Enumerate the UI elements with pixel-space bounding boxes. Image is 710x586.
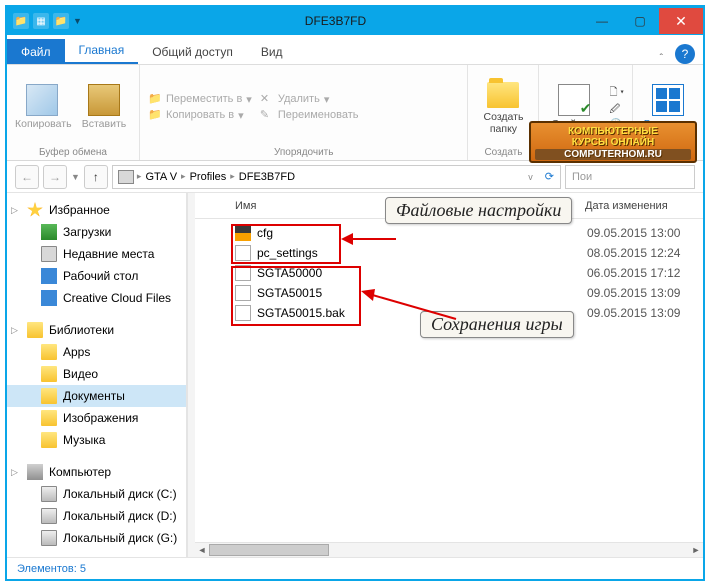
- nav-libraries[interactable]: ▷Библиотеки: [7, 319, 186, 341]
- status-count: Элементов: 5: [17, 563, 86, 575]
- forward-button: →: [43, 165, 67, 189]
- file-row[interactable]: SGTA50015 09.05.2015 13:09: [235, 283, 703, 303]
- minimize-button[interactable]: —: [583, 8, 621, 34]
- qat-newfolder-icon[interactable]: 📁: [53, 13, 69, 29]
- file-name: cfg: [257, 226, 367, 240]
- file-name: SGTA50015: [257, 286, 367, 300]
- file-icon: [235, 265, 251, 281]
- nav-pictures[interactable]: Изображения: [7, 407, 186, 429]
- nav-disk-g[interactable]: Локальный диск (G:): [7, 527, 186, 549]
- title-bar[interactable]: 📁 ▦ 📁 ▼ DFE3B7FD — ▢ ✕: [7, 7, 703, 35]
- scroll-left-icon[interactable]: ◄: [195, 543, 209, 557]
- file-icon: [235, 285, 251, 301]
- delete-button: ✕Удалить ▾: [260, 91, 359, 107]
- tab-home[interactable]: Главная: [65, 37, 139, 64]
- group-organize: Упорядочить: [148, 145, 459, 158]
- file-name: SGTA50000: [257, 266, 367, 280]
- file-date: 08.05.2015 12:24: [587, 246, 680, 260]
- address-bar-row: ← → ▼ ↑ ▸ GTA V▸ Profiles▸ DFE3B7FD v ⟳ …: [7, 161, 703, 193]
- file-date: 09.05.2015 13:09: [587, 286, 680, 300]
- status-bar: Элементов: 5: [7, 557, 703, 579]
- nav-music[interactable]: Музыка: [7, 429, 186, 451]
- up-button[interactable]: ↑: [84, 165, 108, 189]
- back-button[interactable]: ←: [15, 165, 39, 189]
- file-name: pc_settings: [257, 246, 367, 260]
- nav-downloads[interactable]: Загрузки: [7, 221, 186, 243]
- bc-seg-1[interactable]: Profiles: [186, 171, 231, 183]
- drive-icon: [118, 170, 134, 184]
- newfolder-button[interactable]: Создать папку: [476, 79, 530, 135]
- window-title: DFE3B7FD: [305, 14, 366, 28]
- file-date: 06.05.2015 17:12: [587, 266, 680, 280]
- edit-button[interactable]: 🖉: [609, 102, 624, 119]
- copyto-button: 📁Копировать в ▾: [148, 107, 252, 123]
- nav-documents[interactable]: Документы: [7, 385, 186, 407]
- maximize-button[interactable]: ▢: [621, 8, 659, 34]
- addr-dropdown-icon[interactable]: v: [522, 172, 539, 182]
- callout-saves: Сохранения игры: [420, 311, 574, 338]
- ribbon-tabs: Файл Главная Общий доступ Вид ˆ ?: [7, 35, 703, 65]
- file-icon: [235, 305, 251, 321]
- callout-settings: Файловые настройки: [385, 197, 572, 224]
- bc-seg-0[interactable]: GTA V: [141, 171, 181, 183]
- qat-props-icon[interactable]: ▦: [33, 13, 49, 29]
- paste-button[interactable]: Вставить: [77, 84, 131, 130]
- nav-ccf[interactable]: Creative Cloud Files: [7, 287, 186, 309]
- col-date[interactable]: Дата изменения: [585, 200, 668, 212]
- file-date: 09.05.2015 13:09: [587, 306, 680, 320]
- nav-disk-c[interactable]: Локальный диск (C:): [7, 483, 186, 505]
- refresh-icon[interactable]: ⟳: [539, 170, 560, 183]
- breadcrumb[interactable]: ▸ GTA V▸ Profiles▸ DFE3B7FD v ⟳: [112, 165, 561, 189]
- scroll-thumb[interactable]: [209, 544, 329, 556]
- watermark-logo: КОМПЬЮТЕРНЫЕ КУРСЫ ОНЛАЙН COMPUTERHOM.RU: [529, 121, 697, 163]
- collapse-ribbon-icon[interactable]: ˆ: [660, 53, 663, 64]
- nav-computer[interactable]: ▷Компьютер: [7, 461, 186, 483]
- bc-seg-2[interactable]: DFE3B7FD: [235, 171, 299, 183]
- nav-favorites[interactable]: ▷Избранное: [7, 199, 186, 221]
- file-name: SGTA50015.bak: [257, 306, 367, 320]
- tab-view[interactable]: Вид: [247, 39, 297, 64]
- rename-button: ✎Переименовать: [260, 107, 359, 123]
- nav-recent[interactable]: Недавние места: [7, 243, 186, 265]
- search-input[interactable]: Пои: [565, 165, 695, 189]
- help-icon[interactable]: ?: [675, 44, 695, 64]
- tab-share[interactable]: Общий доступ: [138, 39, 247, 64]
- explorer-window: 📁 ▦ 📁 ▼ DFE3B7FD — ▢ ✕ Файл Главная Общи…: [5, 5, 705, 581]
- file-row[interactable]: pc_settings 08.05.2015 12:24: [235, 243, 703, 263]
- nav-pane[interactable]: ▷Избранное Загрузки Недавние места Рабоч…: [7, 193, 187, 557]
- open-button[interactable]: 🗋 ▾: [609, 85, 624, 102]
- qat-dropdown-icon[interactable]: ▼: [73, 16, 82, 26]
- file-icon: [235, 245, 251, 261]
- moveto-button: 📁Переместить в ▾: [148, 91, 252, 107]
- scroll-right-icon[interactable]: ►: [689, 543, 703, 557]
- app-icon: 📁: [13, 13, 29, 29]
- file-row[interactable]: SGTA50000 06.05.2015 17:12: [235, 263, 703, 283]
- file-pane[interactable]: Имя Дата изменения cfg09.05.2015 13:00pc…: [195, 193, 703, 557]
- file-icon: [235, 225, 251, 241]
- close-button[interactable]: ✕: [659, 8, 703, 34]
- nav-video[interactable]: Видео: [7, 363, 186, 385]
- horizontal-scrollbar[interactable]: ◄ ►: [195, 542, 703, 557]
- nav-disk-d[interactable]: Локальный диск (D:): [7, 505, 186, 527]
- group-new: Создать: [476, 145, 530, 158]
- recent-loc-icon[interactable]: ▼: [71, 172, 80, 182]
- nav-desktop[interactable]: Рабочий стол: [7, 265, 186, 287]
- file-date: 09.05.2015 13:00: [587, 226, 680, 240]
- file-row[interactable]: cfg 09.05.2015 13:00: [235, 223, 703, 243]
- nav-splitter[interactable]: [187, 193, 195, 557]
- group-clipboard: Буфер обмена: [15, 145, 131, 158]
- tab-file[interactable]: Файл: [7, 39, 65, 64]
- nav-apps[interactable]: Apps: [7, 341, 186, 363]
- copy-button[interactable]: Копировать: [15, 84, 69, 130]
